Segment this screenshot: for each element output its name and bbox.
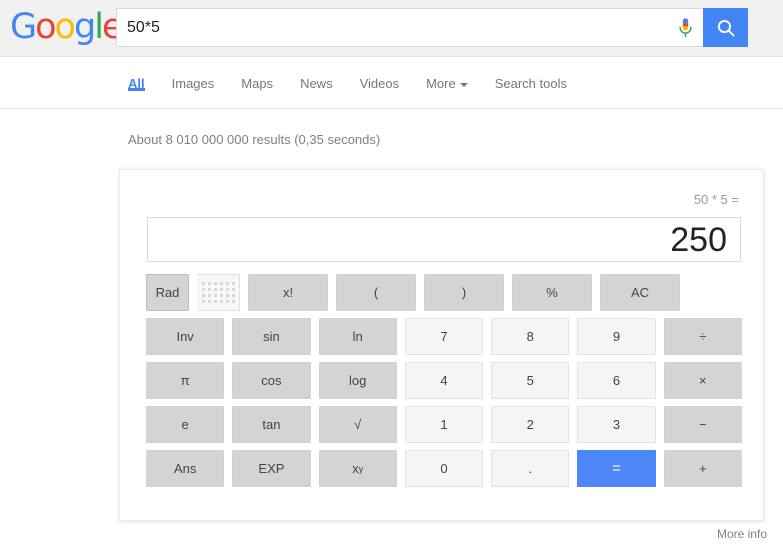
search-nav-bar: All Images Maps News Videos More Search …	[0, 57, 783, 109]
calc-key-8[interactable]: 8	[491, 318, 570, 355]
calc-key-exponent: y	[358, 463, 364, 474]
calculator-keypad: Rad x!()% AC Inv sin ln 7 8 9 ÷ π cos log 4 5 6 × e tan √ 1 2…	[146, 274, 742, 487]
calc-key-deg-placeholder[interactable]	[197, 274, 240, 311]
tab-maps-label: Maps	[241, 76, 274, 91]
tab-all[interactable]: All	[128, 57, 145, 91]
calc-key-multiply[interactable]: ×	[663, 362, 742, 399]
google-logo[interactable]: Google	[10, 7, 123, 47]
calculator-display[interactable]: 250	[147, 217, 741, 262]
tab-images[interactable]: Images	[171, 57, 215, 91]
calc-key-9[interactable]: 9	[577, 318, 656, 355]
tab-videos[interactable]: Videos	[359, 57, 400, 91]
tab-more-label: More	[426, 76, 456, 91]
result-stats: About 8 010 000 000 results (0,35 second…	[128, 132, 381, 147]
logo-letter-o1: o	[35, 7, 56, 47]
page-header: Google	[0, 0, 783, 57]
tab-more[interactable]: More	[426, 57, 468, 91]
calc-key-equals[interactable]: =	[577, 450, 656, 487]
dot-grid-icon	[201, 282, 235, 303]
angle-unit-toggle: Rad	[146, 274, 240, 311]
calc-key-cos[interactable]: cos	[232, 362, 311, 399]
logo-letter-o2: o	[54, 7, 76, 47]
calc-key-close-paren[interactable]: )	[424, 274, 504, 311]
calculator-row: π cos log 4 5 6 ×	[146, 362, 742, 399]
tab-search-tools[interactable]: Search tools	[494, 57, 567, 91]
calc-key-x[interactable]: xy	[318, 450, 397, 487]
logo-letter-g1: G	[10, 7, 37, 47]
calc-key-ac[interactable]: AC	[600, 274, 680, 311]
search-input[interactable]	[117, 9, 672, 46]
tab-videos-label: Videos	[359, 76, 400, 91]
chevron-down-icon	[459, 82, 468, 87]
calc-key-5[interactable]: 5	[491, 362, 570, 399]
calc-key-0[interactable]: 0	[404, 450, 484, 487]
calc-key-ans[interactable]: Ans	[146, 450, 225, 487]
calc-key-pi[interactable]: π	[146, 362, 225, 399]
calc-key-e[interactable]: e	[146, 406, 225, 443]
tab-news-label: News	[300, 76, 333, 91]
calculator-row: Inv sin ln 7 8 9 ÷	[146, 318, 742, 355]
tab-images-label: Images	[171, 76, 215, 91]
calc-key-sqrt[interactable]: √	[318, 406, 397, 443]
calc-key-decimal[interactable]: .	[491, 450, 570, 487]
calculator-widget: 50 * 5 = 250 Rad x!()% AC Inv sin ln 7 8 9 ÷ π cos l…	[119, 169, 764, 521]
microphone-icon[interactable]	[667, 9, 703, 46]
calc-key-exp[interactable]: EXP	[232, 450, 311, 487]
calc-key-2[interactable]: 2	[491, 406, 570, 443]
calc-key-divide[interactable]: ÷	[663, 318, 742, 355]
search-button[interactable]	[703, 8, 748, 47]
calculator-row: e tan √ 1 2 3−	[146, 406, 742, 443]
calc-key-percent[interactable]: %	[512, 274, 592, 311]
calc-key-7[interactable]: 7	[404, 318, 484, 355]
calculator-row: Rad x!()% AC	[146, 274, 742, 311]
tab-search-tools-label: Search tools	[494, 76, 567, 91]
tab-maps[interactable]: Maps	[241, 57, 274, 91]
calculator-expression: 50 * 5 =	[693, 192, 739, 207]
calc-key-open-paren[interactable]: (	[336, 274, 416, 311]
calc-key-rad[interactable]: Rad	[146, 274, 189, 311]
calc-key-x-factorial[interactable]: x!	[248, 274, 328, 311]
search-box	[116, 8, 748, 47]
calc-key-1[interactable]: 1	[404, 406, 484, 443]
more-info-link[interactable]: More info	[717, 527, 767, 541]
tab-news[interactable]: News	[300, 57, 333, 91]
calc-key-plus[interactable]: +	[663, 450, 742, 487]
calc-key-log[interactable]: log	[318, 362, 397, 399]
calc-key-tan[interactable]: tan	[232, 406, 311, 443]
calculator-row: Ans EXP x y 0. = +	[146, 450, 742, 487]
nav-items: All Images Maps News Videos More Search …	[128, 57, 594, 109]
calc-key-inv[interactable]: Inv	[146, 318, 225, 355]
calc-key-minus[interactable]: −	[663, 406, 742, 443]
logo-letter-l: l	[94, 7, 104, 47]
calc-key-3[interactable]: 3	[577, 406, 656, 443]
calc-key-6[interactable]: 6	[577, 362, 656, 399]
calc-key-sin[interactable]: sin	[232, 318, 311, 355]
calculator-result: 250	[670, 220, 727, 259]
calc-key-ln[interactable]: ln	[318, 318, 397, 355]
logo-letter-g2: g	[73, 7, 96, 47]
calc-key-4[interactable]: 4	[404, 362, 484, 399]
tab-all-label: All	[128, 76, 145, 91]
